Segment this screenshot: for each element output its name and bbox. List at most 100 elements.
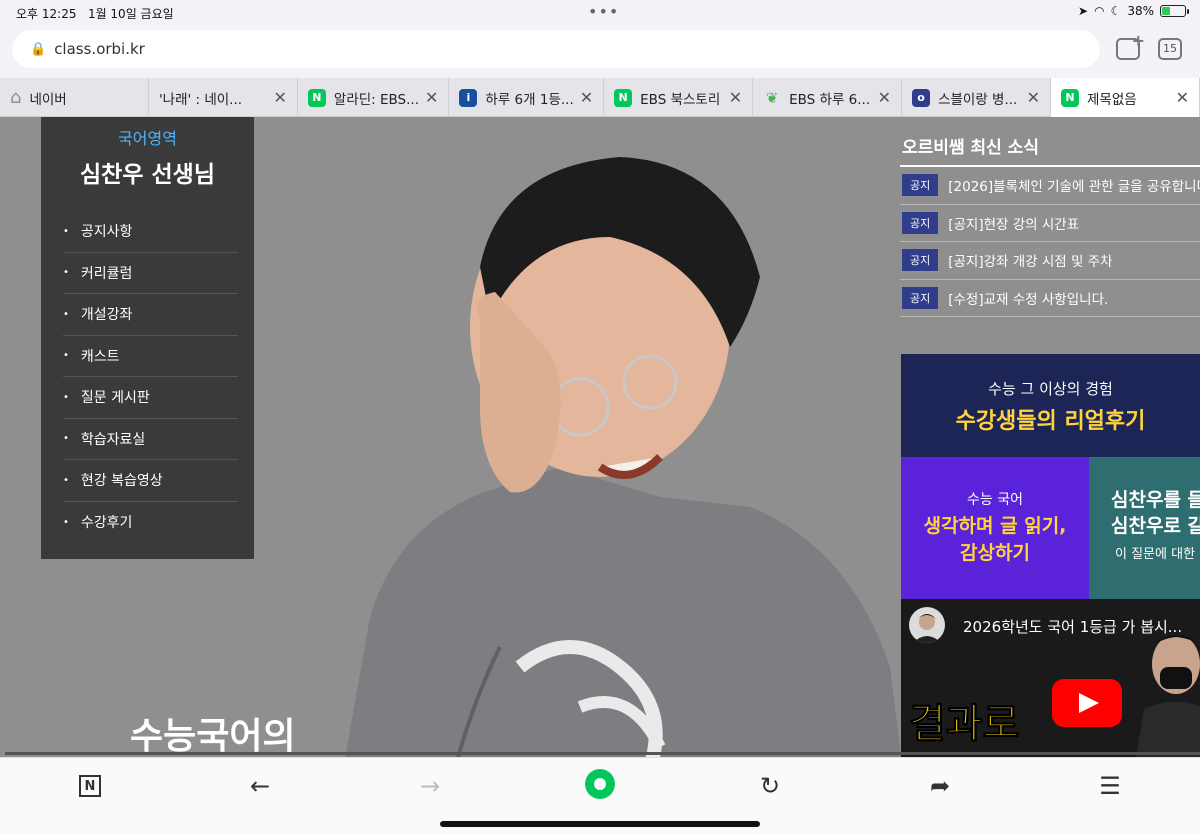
close-tab-icon[interactable]: ✕ — [729, 88, 742, 107]
info-icon: i — [459, 88, 478, 107]
notice-badge: 공지 — [902, 211, 939, 234]
share-arrow-icon: ➦ — [929, 772, 951, 800]
reload-button[interactable]: ↻ — [750, 770, 790, 802]
green-dot-button[interactable] — [580, 768, 620, 800]
tab-title: '나래' : 네이... — [158, 91, 243, 108]
naver-n-box-icon: N — [79, 775, 101, 797]
menu-item-curriculum[interactable]: 커리큘럼 — [63, 253, 238, 294]
reading-banner[interactable]: 수능 국어 생각하며 글 읽기, 감상하기 — [901, 457, 1089, 599]
plus-icon: + — [1131, 31, 1145, 50]
reviews-banner-title: 수강생들의 리얼후기 — [955, 409, 1146, 434]
menu-item-qna[interactable]: 질문 게시판 — [63, 377, 238, 419]
teal-banner-line2: 심찬우로 갈 — [1111, 515, 1200, 537]
address-bar[interactable]: 🔒 class.orbi.kr — [12, 30, 1100, 68]
share-button[interactable]: ➦ — [920, 770, 960, 802]
tab-untitled[interactable]: N 제목없음 ✕ — [1051, 78, 1200, 117]
tab-title: 네이버 — [29, 91, 67, 108]
arrow-right-icon: → — [419, 772, 441, 800]
tab-narae[interactable]: '나래' : 네이... ✕ — [149, 78, 298, 117]
multitasking-dots-icon[interactable]: ••• — [588, 2, 619, 21]
battery-fill — [1162, 7, 1170, 15]
status-bar: 오후 12:25 1월 10일 금요일 ••• ➤ ◠ ☾ 38% — [0, 0, 1200, 26]
naver-n-icon: N — [307, 88, 326, 107]
tab-ebs-bookstory[interactable]: N EBS 북스토리 ✕ — [604, 78, 754, 117]
menu-item-notice[interactable]: 공지사항 — [63, 211, 238, 253]
notice-badge: 공지 — [902, 249, 939, 272]
reading-banner-line2: 감상하기 — [960, 542, 1030, 564]
tab-title: EBS 북스토리 — [640, 91, 721, 108]
menu-item-courses[interactable]: 개설강좌 — [63, 294, 238, 336]
video-person-thumbnail — [1136, 634, 1200, 757]
moon-icon: ☾ — [1110, 4, 1122, 18]
page-content: 국어영역 심찬우 선생님 공지사항 커리큘럼 개설강좌 캐스트 질문 게시판 학… — [0, 117, 1200, 757]
tab-title: 스블이랑 병... — [938, 91, 1018, 108]
close-tab-icon[interactable]: ✕ — [425, 88, 438, 107]
close-tab-icon[interactable]: ✕ — [274, 88, 287, 107]
home-indicator[interactable] — [440, 821, 760, 827]
tab-strip: ⌂ 네이버 '나래' : 네이... ✕ N 알라딘: EBS... ✕ i 하… — [0, 78, 1200, 117]
close-tab-icon[interactable]: ✕ — [878, 88, 891, 107]
news-item[interactable]: 공지 [공지]강좌 개강 시점 및 주차 — [900, 242, 1200, 280]
news-item-title: [수정]교재 수정 사항입니다. — [948, 291, 1109, 308]
news-title: 오르비쌤 최신 소식 — [900, 117, 1200, 167]
reviews-banner[interactable]: 수능 그 이상의 경험 수강생들의 리얼후기 — [901, 354, 1200, 457]
avatar-person-icon — [913, 614, 941, 643]
status-date: 1월 10일 금요일 — [87, 7, 174, 21]
tab-orbi[interactable]: o 스블이랑 병... ✕ — [902, 78, 1052, 117]
video-overlay-text: 결과로 — [908, 701, 1020, 748]
menu-list: 공지사항 커리큘럼 개설강좌 캐스트 질문 게시판 학습자료실 현강 복습영상 … — [41, 211, 254, 543]
news-item-title: [공지]현장 강의 시간표 — [948, 216, 1080, 233]
channel-avatar[interactable] — [909, 607, 945, 643]
tab-naver[interactable]: ⌂ 네이버 — [0, 78, 149, 117]
menu-subject: 국어영역 — [118, 129, 177, 148]
tab-switcher-button[interactable]: 15 — [1158, 38, 1182, 60]
reading-banner-subtitle: 수능 국어 — [967, 492, 1023, 508]
wifi-icon: ◠ — [1094, 4, 1105, 18]
sprout-icon: ❦ — [765, 88, 779, 107]
tab-ebs-haru6[interactable]: ❦ EBS 하루 6... ✕ — [753, 78, 903, 117]
close-tab-icon[interactable]: ✕ — [1027, 88, 1040, 107]
youtube-video-embed[interactable]: 2026학년도 국어 1등급 가 봅시... 결과로 — [901, 599, 1200, 757]
naver-n-icon: N — [614, 88, 633, 107]
hero-title: 수능국어의 — [130, 716, 296, 757]
menu-item-cast[interactable]: 캐스트 — [63, 336, 238, 377]
news-item-title: [공지]강좌 개강 시점 및 주차 — [948, 254, 1113, 271]
menu-teacher-name: 심찬우 선생님 — [80, 162, 215, 188]
back-button[interactable]: ← — [240, 770, 280, 802]
tab-title: 하루 6개 1등... — [485, 91, 574, 108]
home-icon: ⌂ — [10, 87, 22, 108]
menu-item-materials[interactable]: 학습자료실 — [63, 419, 238, 460]
tab-haru6[interactable]: i 하루 6개 1등... ✕ — [449, 78, 605, 117]
page-scroll-indicator — [5, 752, 1200, 755]
notice-badge: 공지 — [902, 286, 939, 309]
close-tab-icon[interactable]: ✕ — [580, 88, 593, 107]
news-item[interactable]: 공지 [공지]현장 강의 시간표 — [900, 205, 1200, 242]
arrow-left-icon: ← — [249, 772, 271, 800]
reading-banner-title: 생각하며 글 읽기, 감상하기 — [901, 513, 1089, 567]
status-time: 오후 12:25 — [16, 7, 77, 21]
video-title: 2026학년도 국어 1등급 가 봅시... — [963, 618, 1183, 636]
teal-banner[interactable]: 심찬우를 들 심찬우로 갈 이 질문에 대한 — [1089, 457, 1200, 599]
forward-button[interactable]: → — [410, 770, 450, 802]
url-text: class.orbi.kr — [54, 40, 145, 58]
tab-aladin[interactable]: N 알라딘: EBS... ✕ — [298, 78, 450, 117]
new-tab-button[interactable]: + — [1116, 31, 1145, 60]
tab-title: 알라딘: EBS... — [333, 91, 420, 108]
youtube-play-icon[interactable] — [1052, 679, 1122, 727]
menu-item-review-videos[interactable]: 현강 복습영상 — [63, 460, 238, 502]
battery-icon — [1160, 5, 1189, 17]
teal-banner-small: 이 질문에 대한 — [1115, 547, 1196, 562]
green-dot-icon — [585, 769, 615, 799]
naver-n-icon: N — [1061, 88, 1080, 107]
news-item[interactable]: 공지 [수정]교재 수정 사항입니다. — [900, 280, 1200, 317]
battery-percent: 38% — [1127, 4, 1154, 18]
notice-badge: 공지 — [902, 174, 939, 197]
news-item[interactable]: 공지 [2026]블록체인 기술에 관한 글을 공유합니다 — [900, 167, 1200, 205]
hero-teacher-photo — [345, 157, 902, 757]
naver-home-button[interactable]: N — [70, 770, 110, 802]
menu-item-reviews[interactable]: 수강후기 — [63, 502, 238, 544]
menu-button[interactable]: ☰ — [1090, 770, 1130, 802]
hamburger-icon: ☰ — [1099, 772, 1121, 800]
close-tab-icon[interactable]: ✕ — [1176, 88, 1189, 107]
lock-icon: 🔒 — [30, 41, 47, 57]
